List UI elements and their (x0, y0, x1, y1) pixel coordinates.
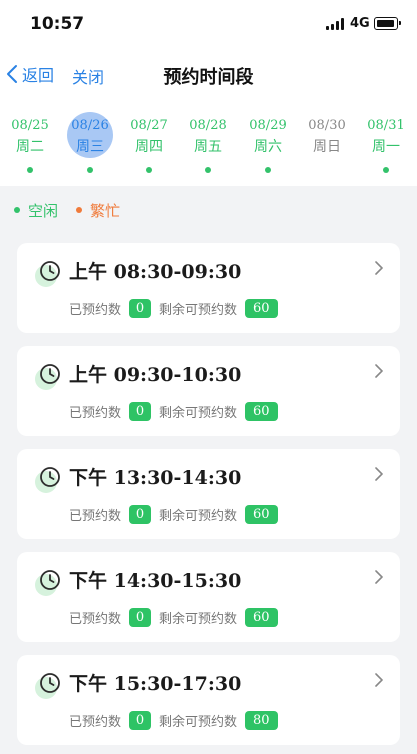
status-bar: 10:57 4G (0, 0, 417, 48)
slot-time: 下午 13:30-14:30 (69, 467, 242, 489)
remaining-count-badge: 60 (245, 607, 278, 627)
weekday-label: 周三 (76, 139, 104, 155)
availability-dot (205, 167, 211, 173)
date-item[interactable]: 08/31 周一 (356, 112, 416, 178)
weekday-label: 周日 (313, 139, 341, 155)
availability-dot (383, 167, 389, 173)
remaining-count-badge: 60 (245, 401, 278, 421)
time-slot-card[interactable]: 下午 13:30-14:30 已预约数 0 剩余可预约数 60 (17, 449, 400, 539)
date-label: 08/27 (130, 118, 168, 133)
booked-count-badge: 0 (129, 607, 152, 627)
time-slot-card[interactable]: 上午 09:30-10:30 已预约数 0 剩余可预约数 60 (17, 346, 400, 436)
date-label: 08/25 (11, 118, 49, 133)
signal-icon (326, 18, 346, 30)
slot-time: 下午 15:30-17:30 (69, 673, 242, 695)
free-dot-icon (14, 207, 20, 213)
booked-count-badge: 0 (129, 401, 152, 421)
date-label: 08/31 (367, 118, 405, 133)
nav-bar: 返回 关闭 预约时间段 (0, 52, 417, 96)
slot-time: 上午 08:30-09:30 (69, 261, 242, 283)
back-button[interactable]: 返回 (4, 62, 54, 86)
date-label: 08/28 (189, 118, 227, 133)
availability-dot (265, 167, 271, 173)
availability-dot (146, 167, 152, 173)
weekday-label: 周二 (16, 139, 44, 155)
network-label: 4G (350, 16, 370, 31)
chevron-right-icon (375, 570, 383, 584)
clock-icon (35, 670, 65, 700)
legend-free-label: 空闲 (28, 201, 59, 220)
slot-stats: 已预约数 0 剩余可预约数 60 (69, 504, 278, 524)
booked-label: 已预约数 (69, 302, 122, 318)
booked-label: 已预约数 (69, 405, 122, 421)
availability-dot (87, 167, 93, 173)
time-slot-card[interactable]: 下午 15:30-17:30 已预约数 0 剩余可预约数 80 (17, 655, 400, 745)
date-item[interactable]: 08/25 周二 (0, 112, 60, 178)
remaining-label: 剩余可预约数 (159, 508, 238, 524)
booked-count-badge: 0 (129, 298, 152, 318)
battery-icon (374, 17, 401, 30)
clock-icon (35, 361, 65, 391)
weekday-label: 周四 (135, 139, 163, 155)
booked-label: 已预约数 (69, 611, 122, 627)
clock-icon (35, 464, 65, 494)
time-slot-card[interactable]: 下午 14:30-15:30 已预约数 0 剩余可预约数 60 (17, 552, 400, 642)
status-time: 10:57 (30, 14, 85, 34)
date-label: 08/30 (308, 118, 346, 133)
legend-busy: 繁忙 (76, 200, 120, 221)
slot-stats: 已预约数 0 剩余可预约数 60 (69, 401, 278, 421)
date-label: 08/26 (71, 118, 109, 133)
slot-stats: 已预约数 0 剩余可预约数 60 (69, 298, 278, 318)
legend-busy-label: 繁忙 (90, 201, 121, 220)
slot-time: 上午 09:30-10:30 (69, 364, 242, 386)
date-item[interactable]: 08/30 周日 (297, 112, 357, 178)
date-item[interactable]: 08/28 周五 (178, 112, 238, 178)
chevron-left-icon (7, 65, 17, 83)
remaining-label: 剩余可预约数 (159, 611, 238, 627)
close-button[interactable]: 关闭 (72, 64, 104, 88)
date-item[interactable]: 08/27 周四 (119, 112, 179, 178)
date-item[interactable]: 08/29 周六 (238, 112, 298, 178)
remaining-count-badge: 60 (245, 504, 278, 524)
date-label: 08/29 (249, 118, 287, 133)
clock-icon (35, 258, 65, 288)
date-strip: 08/25 周二 08/26 周三 08/27 周四 08/28 周五 08/2… (0, 112, 417, 182)
time-slot-card[interactable]: 上午 08:30-09:30 已预约数 0 剩余可预约数 60 (17, 243, 400, 333)
clock-icon (35, 567, 65, 597)
slot-time: 下午 14:30-15:30 (69, 570, 242, 592)
slot-stats: 已预约数 0 剩余可预约数 80 (69, 710, 278, 730)
booked-count-badge: 0 (129, 504, 152, 524)
date-item[interactable]: 08/26 周三 (60, 112, 120, 178)
booked-label: 已预约数 (69, 508, 122, 524)
weekday-label: 周一 (372, 139, 400, 155)
back-label: 返回 (22, 66, 55, 85)
busy-dot-icon (76, 207, 83, 213)
weekday-label: 周五 (194, 139, 222, 155)
remaining-count-badge: 60 (245, 298, 278, 318)
remaining-label: 剩余可预约数 (159, 302, 238, 318)
chevron-right-icon (375, 673, 383, 687)
remaining-count-badge: 80 (245, 710, 278, 730)
legend-free: 空闲 (14, 200, 58, 221)
booked-label: 已预约数 (69, 714, 122, 730)
weekday-label: 周六 (254, 139, 282, 155)
chevron-right-icon (375, 261, 383, 275)
booked-count-badge: 0 (129, 710, 152, 730)
page-title: 预约时间段 (163, 67, 254, 88)
chevron-right-icon (375, 364, 383, 378)
remaining-label: 剩余可预约数 (159, 714, 238, 730)
availability-dot (27, 167, 33, 173)
slot-stats: 已预约数 0 剩余可预约数 60 (69, 607, 278, 627)
availability-legend: 空闲 繁忙 (14, 199, 138, 221)
remaining-label: 剩余可预约数 (159, 405, 238, 421)
chevron-right-icon (375, 467, 383, 481)
